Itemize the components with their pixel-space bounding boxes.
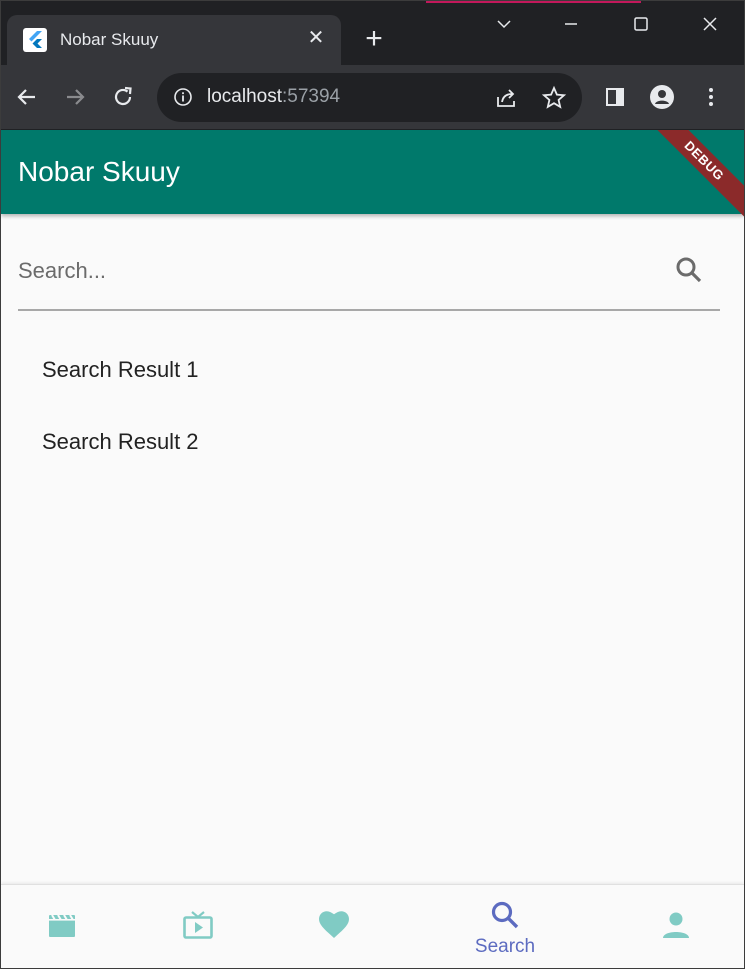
side-panel-icon[interactable] bbox=[600, 82, 630, 112]
nav-item-label: Search bbox=[474, 936, 536, 957]
search-results-list: Search Result 1 Search Result 2 bbox=[1, 334, 744, 478]
tab-search-chevron-icon[interactable] bbox=[489, 11, 519, 37]
nav-item-search[interactable]: Search bbox=[431, 885, 579, 968]
page-title: Nobar Skuuy bbox=[18, 156, 180, 187]
search-input[interactable] bbox=[18, 256, 638, 286]
tv-icon bbox=[183, 911, 213, 939]
share-icon[interactable] bbox=[494, 85, 520, 111]
minimize-icon[interactable] bbox=[556, 11, 586, 37]
search-icon bbox=[491, 901, 519, 929]
search-field[interactable] bbox=[18, 238, 720, 311]
reload-icon[interactable] bbox=[108, 82, 138, 112]
nav-item-tv[interactable] bbox=[124, 885, 272, 968]
browser-window: Nobar Skuuy ✕ + localhost:57394 Nobar Sk… bbox=[0, 0, 745, 969]
profile-avatar-icon[interactable] bbox=[647, 82, 677, 112]
url-port: :57394 bbox=[282, 86, 341, 107]
movie-icon bbox=[49, 914, 75, 937]
tab-strip-accent bbox=[426, 1, 641, 3]
browser-tab[interactable]: Nobar Skuuy ✕ bbox=[7, 15, 341, 65]
list-item[interactable]: Search Result 1 bbox=[1, 334, 744, 406]
heart-icon bbox=[319, 911, 349, 938]
bookmark-star-icon[interactable] bbox=[541, 85, 567, 111]
url-text[interactable]: localhost:57394 bbox=[207, 86, 340, 108]
maximize-icon[interactable] bbox=[626, 11, 656, 37]
window-close-icon[interactable] bbox=[695, 11, 725, 37]
tab-title: Nobar Skuuy bbox=[60, 30, 159, 49]
person-icon bbox=[663, 912, 689, 938]
tab-close-icon[interactable]: ✕ bbox=[305, 27, 327, 49]
browser-menu-icon[interactable] bbox=[696, 82, 726, 112]
nav-item-movies[interactable] bbox=[1, 885, 136, 968]
back-arrow-icon[interactable] bbox=[12, 82, 42, 112]
flutter-favicon-icon bbox=[23, 28, 47, 52]
address-bar[interactable]: localhost:57394 bbox=[157, 73, 582, 122]
forward-arrow-icon[interactable] bbox=[60, 82, 90, 112]
bottom-navigation: Search bbox=[1, 884, 744, 968]
site-info-icon[interactable] bbox=[173, 87, 193, 107]
nav-item-profile[interactable] bbox=[602, 885, 744, 968]
nav-item-favorites[interactable] bbox=[260, 885, 408, 968]
app-bar: Nobar Skuuy DEBUG bbox=[1, 130, 744, 226]
debug-banner: DEBUG bbox=[639, 130, 744, 226]
browser-toolbar: localhost:57394 bbox=[1, 65, 744, 129]
app-viewport: Nobar Skuuy DEBUG Search Result 1 Search… bbox=[1, 130, 744, 968]
search-icon[interactable] bbox=[674, 255, 704, 285]
new-tab-button[interactable]: + bbox=[359, 24, 389, 55]
list-item[interactable]: Search Result 2 bbox=[1, 406, 744, 478]
url-host: localhost bbox=[207, 86, 282, 107]
tab-strip: Nobar Skuuy ✕ + bbox=[1, 1, 744, 65]
